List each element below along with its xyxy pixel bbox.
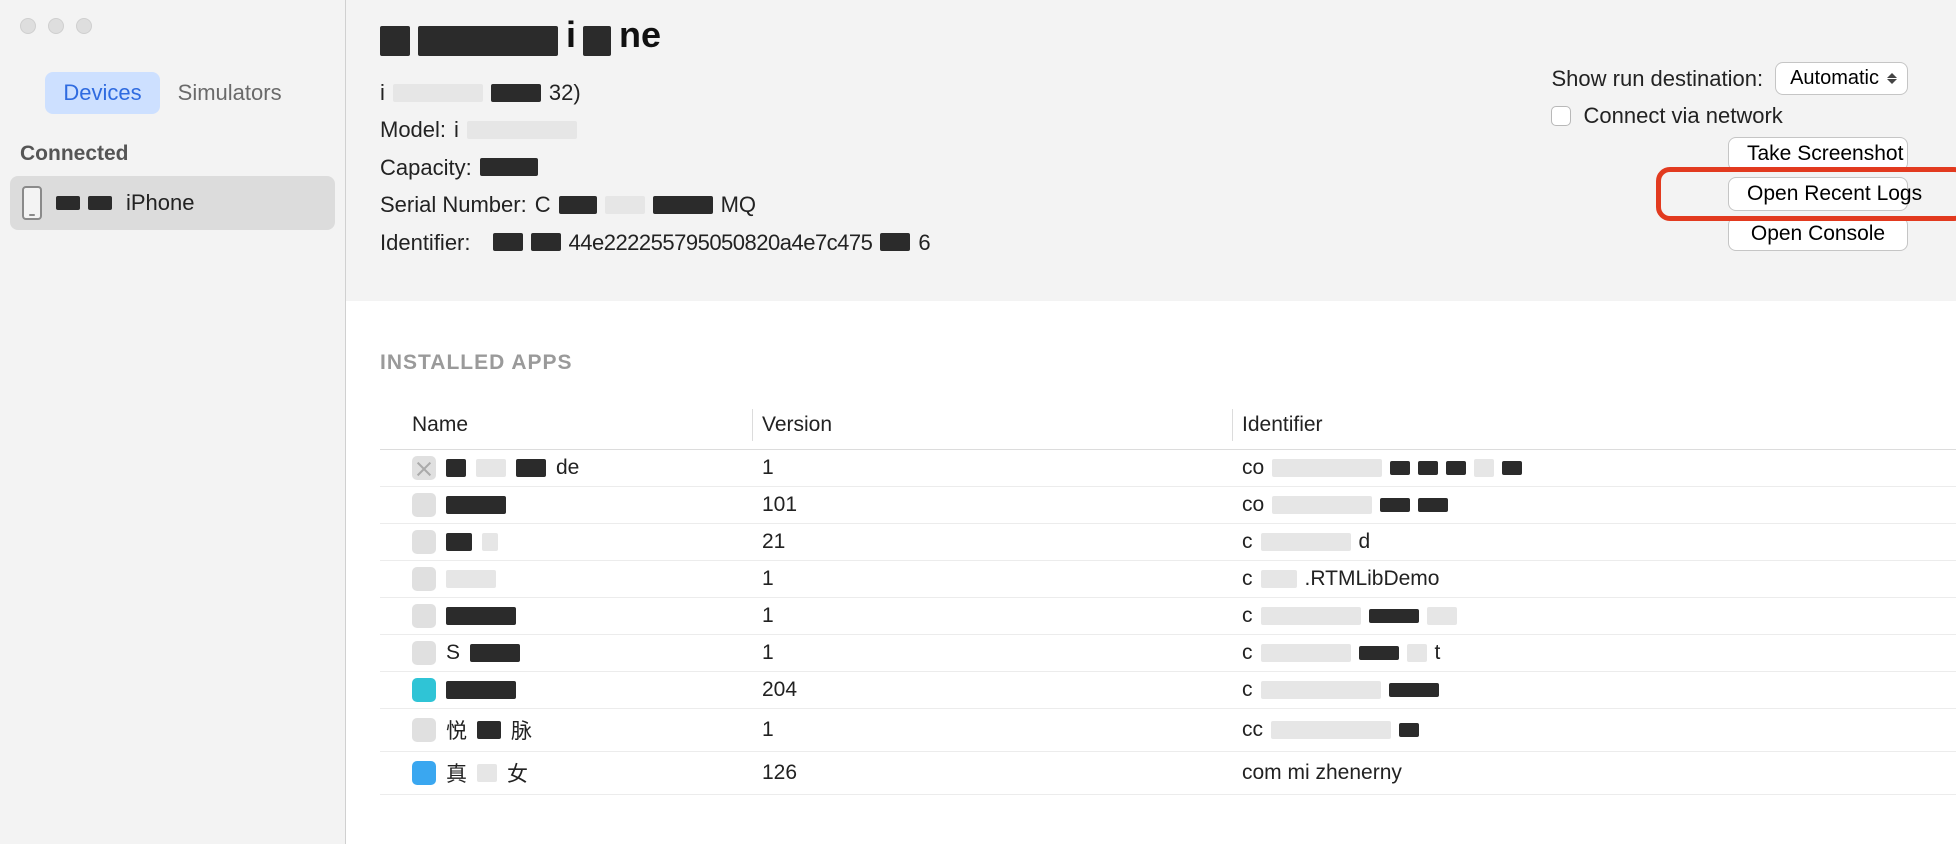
table-row[interactable]: 21 c d	[380, 524, 1956, 561]
run-destination-label: Show run destination:	[1551, 66, 1763, 92]
sidebar: Devices Simulators Connected iPhone	[0, 0, 346, 844]
connect-via-network-label: Connect via network	[1583, 103, 1782, 129]
app-icon	[412, 761, 436, 785]
app-icon	[412, 718, 436, 742]
app-icon	[412, 456, 436, 480]
device-detail-header: i ne i 32) Model: i Capacity: Serial Num…	[346, 0, 1956, 301]
installed-apps-table: Name Version Identifier de 1 co	[380, 403, 1956, 795]
app-icon	[412, 530, 436, 554]
run-destination-select[interactable]: Automatic	[1775, 62, 1908, 95]
installed-apps-section: INSTALLED APPS Name Version Identifier d…	[346, 301, 1956, 844]
close-window-button[interactable]	[20, 18, 36, 34]
device-actions: Show run destination: Automatic Connect …	[1551, 62, 1908, 251]
sidebar-device-item[interactable]: iPhone	[10, 176, 335, 230]
main-panel: i ne i 32) Model: i Capacity: Serial Num…	[346, 0, 1956, 844]
tab-simulators[interactable]: Simulators	[160, 72, 300, 114]
zoom-window-button[interactable]	[76, 18, 92, 34]
column-identifier[interactable]: Identifier	[1242, 413, 1956, 437]
connect-via-network-checkbox[interactable]	[1551, 106, 1571, 126]
phone-icon	[22, 186, 42, 220]
app-icon	[412, 493, 436, 517]
sidebar-tab-switcher: Devices Simulators	[0, 72, 345, 114]
column-name[interactable]: Name	[412, 413, 762, 437]
chevron-updown-icon	[1887, 73, 1897, 84]
take-screenshot-button[interactable]: Take Screenshot	[1728, 137, 1908, 171]
app-icon	[412, 641, 436, 665]
column-version[interactable]: Version	[762, 413, 1242, 437]
app-icon	[412, 678, 436, 702]
table-row[interactable]: 101 co	[380, 487, 1956, 524]
app-icon	[412, 604, 436, 628]
table-row[interactable]: 1 c	[380, 598, 1956, 635]
table-row[interactable]: 悦 脉 1 cc	[380, 709, 1956, 752]
table-row[interactable]: de 1 co	[380, 450, 1956, 487]
open-recent-logs-button[interactable]: Open Recent Logs	[1728, 177, 1908, 211]
table-row[interactable]: 204 c	[380, 672, 1956, 709]
device-title: i ne	[380, 14, 1956, 56]
minimize-window-button[interactable]	[48, 18, 64, 34]
table-row[interactable]: S 1 c t	[380, 635, 1956, 672]
sidebar-section-connected: Connected	[0, 136, 345, 176]
sidebar-device-label: iPhone	[126, 190, 195, 216]
open-console-button[interactable]: Open Console	[1728, 217, 1908, 251]
table-row[interactable]: 1 c .RTMLibDemo	[380, 561, 1956, 598]
table-row[interactable]: 真 女 126 com mi zhenerny	[380, 752, 1956, 795]
window-traffic-lights	[0, 0, 345, 44]
tab-devices[interactable]: Devices	[45, 72, 159, 114]
table-header-row: Name Version Identifier	[380, 403, 1956, 450]
app-icon	[412, 567, 436, 591]
installed-apps-heading: INSTALLED APPS	[380, 351, 1956, 375]
